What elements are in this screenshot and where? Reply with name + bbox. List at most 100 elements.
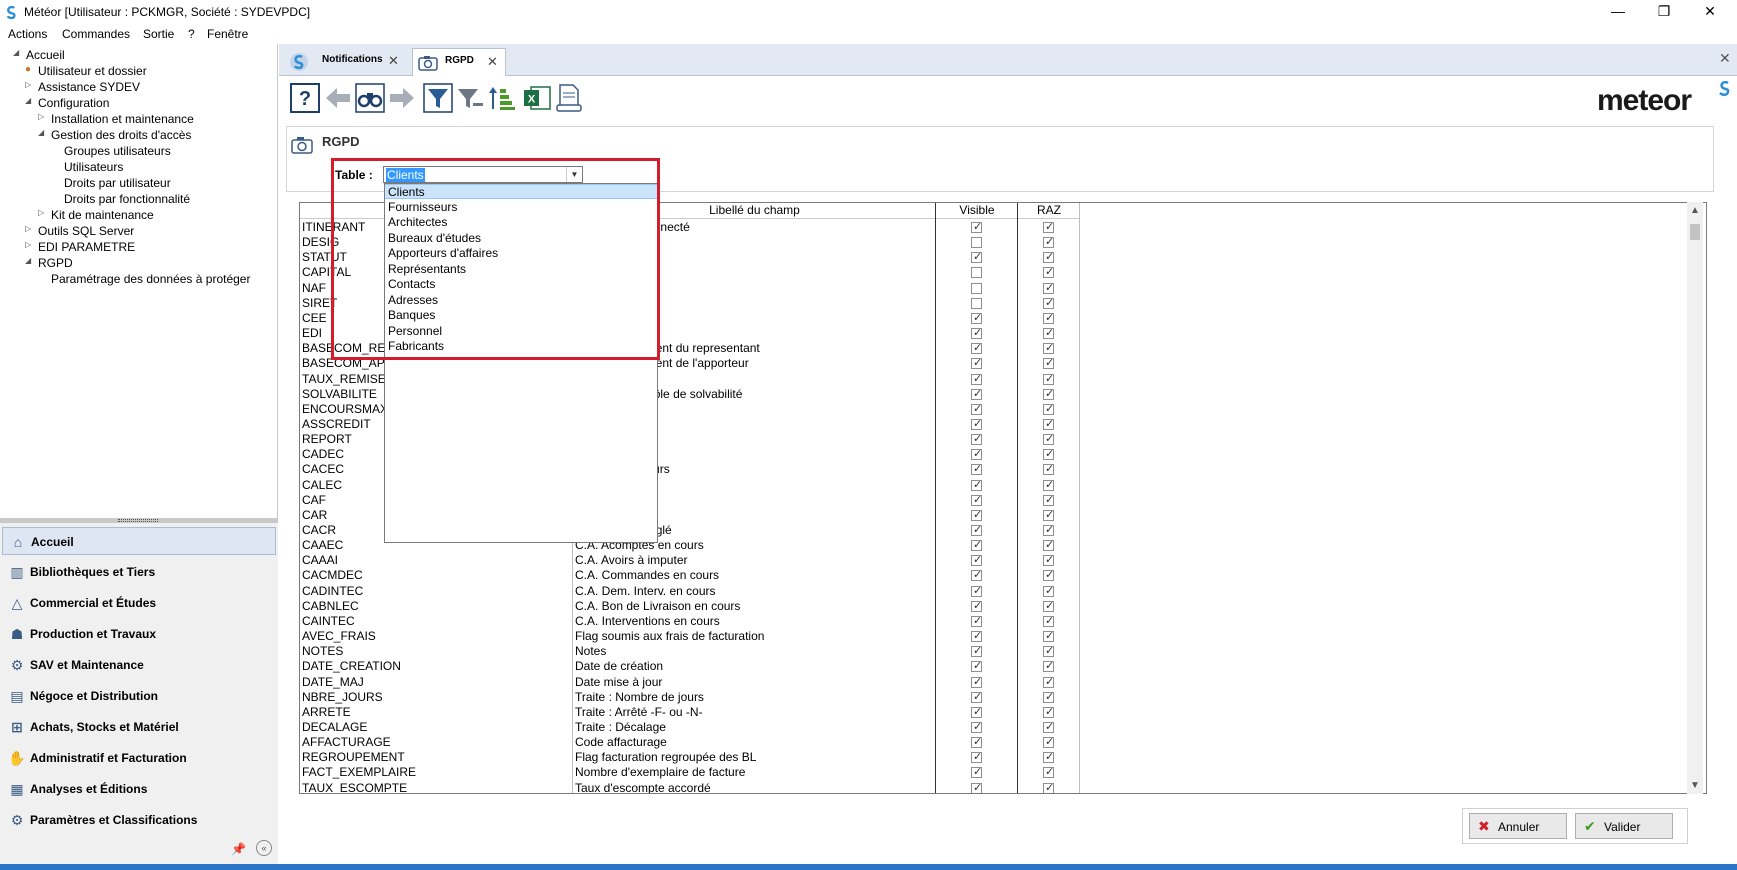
visible-checkbox[interactable] bbox=[971, 553, 982, 567]
table-row[interactable]: DECALAGE Traite : Décalage bbox=[300, 720, 1100, 735]
visible-checkbox[interactable] bbox=[971, 311, 982, 324]
visible-checkbox[interactable] bbox=[971, 478, 982, 491]
pin-icon[interactable]: 📌 bbox=[231, 842, 246, 856]
nav-item[interactable]: ▦ Analyses et Éditions bbox=[2, 775, 276, 803]
visible-checkbox[interactable] bbox=[971, 341, 982, 355]
visible-checkbox[interactable] bbox=[971, 781, 982, 793]
nav-item[interactable]: ✋ Administratif et Facturation bbox=[2, 744, 276, 772]
table-row[interactable]: FACT_EXEMPLAIRE Nombre d'exemplaire de fa… bbox=[300, 765, 1100, 780]
tree-item[interactable]: ▷ Assistance SYDEV bbox=[25, 80, 140, 96]
tree-item[interactable]: ● Utilisateur et dossier bbox=[25, 64, 147, 80]
menu-actions[interactable]: Actions bbox=[8, 27, 47, 41]
nav-item[interactable]: ⚙ SAV et Maintenance bbox=[2, 651, 276, 679]
visible-checkbox[interactable] bbox=[971, 675, 982, 688]
menu-help[interactable]: ? bbox=[188, 27, 195, 41]
nav-item[interactable]: ▥ Bibliothèques et Tiers bbox=[2, 558, 276, 586]
visible-checkbox[interactable] bbox=[971, 417, 982, 430]
raz-checkbox[interactable] bbox=[1043, 781, 1054, 793]
nav-item[interactable]: △ Commercial et Études bbox=[2, 589, 276, 617]
table-row[interactable]: ARRETE Traite : Arrêté -F- ou -N- bbox=[300, 705, 1100, 720]
visible-checkbox[interactable] bbox=[971, 644, 982, 658]
visible-checkbox[interactable] bbox=[971, 568, 982, 582]
nav-item[interactable]: ⌂ Accueil bbox=[2, 527, 276, 555]
excel-export-icon[interactable]: X bbox=[522, 83, 552, 113]
visible-checkbox[interactable] bbox=[971, 523, 982, 536]
tab-rgpd-close-icon[interactable]: ✕ bbox=[487, 54, 498, 70]
forward-arrow-icon[interactable] bbox=[387, 83, 417, 113]
table-row[interactable]: CACMDEC C.A. Commandes en cours bbox=[300, 568, 1100, 583]
tab-notifications-close-icon[interactable]: ✕ bbox=[388, 53, 399, 69]
tree-item[interactable]: ▷ Installation et maintenance bbox=[38, 112, 194, 128]
raz-checkbox[interactable] bbox=[1043, 417, 1054, 430]
collapse-icon[interactable]: ◢ bbox=[13, 48, 19, 57]
raz-checkbox[interactable] bbox=[1043, 568, 1054, 582]
visible-checkbox[interactable] bbox=[971, 735, 982, 749]
tree-item[interactable]: ◢ Accueil bbox=[13, 48, 65, 64]
visible-checkbox[interactable] bbox=[971, 267, 982, 279]
visible-checkbox[interactable] bbox=[971, 297, 982, 309]
raz-checkbox[interactable] bbox=[1043, 462, 1054, 476]
visible-checkbox[interactable] bbox=[971, 705, 982, 718]
collapse-icon[interactable]: ◢ bbox=[25, 256, 31, 265]
expand-icon[interactable]: ▷ bbox=[38, 208, 44, 217]
sort-icon[interactable] bbox=[487, 83, 517, 113]
raz-checkbox[interactable] bbox=[1043, 296, 1054, 309]
raz-checkbox[interactable] bbox=[1043, 629, 1054, 643]
visible-checkbox[interactable] bbox=[971, 690, 982, 703]
print-preview-icon[interactable] bbox=[554, 83, 584, 113]
tree-item[interactable]: ▷ EDI PARAMETRE bbox=[25, 240, 135, 256]
raz-checkbox[interactable] bbox=[1043, 750, 1054, 764]
raz-checkbox[interactable] bbox=[1043, 523, 1054, 536]
table-row[interactable]: CABNLEC C.A. Bon de Livraison en cours bbox=[300, 599, 1100, 614]
table-row[interactable]: AVEC_FRAIS Flag soumis aux frais de factu… bbox=[300, 629, 1100, 644]
raz-checkbox[interactable] bbox=[1043, 765, 1054, 779]
tree-item[interactable]: ◢ Configuration bbox=[25, 96, 109, 112]
visible-checkbox[interactable] bbox=[971, 659, 982, 673]
raz-checkbox[interactable] bbox=[1043, 493, 1054, 506]
table-row[interactable]: DATE_MAJ Date mise à jour bbox=[300, 675, 1100, 690]
tab-notifications[interactable]: Notifications ✕ bbox=[313, 48, 401, 76]
visible-checkbox[interactable] bbox=[971, 538, 982, 552]
menu-sortie[interactable]: Sortie bbox=[143, 27, 174, 41]
tree-item[interactable]: ◢ RGPD bbox=[25, 256, 73, 272]
raz-checkbox[interactable] bbox=[1043, 538, 1054, 552]
expand-icon[interactable]: ▷ bbox=[25, 80, 31, 89]
visible-checkbox[interactable] bbox=[971, 462, 982, 476]
table-row[interactable]: AFFACTURAGE Code affacturage bbox=[300, 735, 1100, 750]
visible-checkbox[interactable] bbox=[971, 629, 982, 643]
grid-header-visible[interactable]: Visible bbox=[936, 203, 1018, 219]
tree-item[interactable]: Groupes utilisateurs bbox=[64, 144, 171, 160]
expand-icon[interactable]: ▷ bbox=[38, 112, 44, 121]
tree-item[interactable]: Droits par fonctionnalité bbox=[64, 192, 190, 208]
cancel-button[interactable]: ✖ Annuler bbox=[1469, 813, 1567, 839]
visible-checkbox[interactable] bbox=[971, 402, 982, 415]
raz-checkbox[interactable] bbox=[1043, 281, 1054, 294]
grid-header-raz[interactable]: RAZ bbox=[1018, 203, 1080, 219]
raz-checkbox[interactable] bbox=[1043, 220, 1054, 233]
raz-checkbox[interactable] bbox=[1043, 659, 1054, 673]
nav-item[interactable]: ⊞ Achats, Stocks et Matériel bbox=[2, 713, 276, 741]
minimize-button[interactable]: — bbox=[1595, 0, 1641, 24]
raz-checkbox[interactable] bbox=[1043, 402, 1054, 415]
close-all-icon[interactable]: ✕ bbox=[1719, 50, 1731, 67]
tree-item[interactable]: ▷ Outils SQL Server bbox=[25, 224, 134, 240]
table-row[interactable]: NBRE_JOURS Traite : Nombre de jours bbox=[300, 690, 1100, 705]
visible-checkbox[interactable] bbox=[971, 599, 982, 612]
raz-checkbox[interactable] bbox=[1043, 447, 1054, 461]
grid-vertical-scrollbar[interactable]: ▲ ▼ bbox=[1687, 202, 1703, 794]
visible-checkbox[interactable] bbox=[971, 765, 982, 779]
scroll-up-icon[interactable]: ▲ bbox=[1690, 205, 1700, 216]
raz-checkbox[interactable] bbox=[1043, 644, 1054, 658]
raz-checkbox[interactable] bbox=[1043, 326, 1054, 340]
scroll-down-icon[interactable]: ▼ bbox=[1690, 780, 1700, 791]
raz-checkbox[interactable] bbox=[1043, 675, 1054, 688]
raz-checkbox[interactable] bbox=[1043, 235, 1054, 249]
window-close-button[interactable]: ✕ bbox=[1687, 0, 1733, 24]
visible-checkbox[interactable] bbox=[971, 372, 982, 385]
table-row[interactable]: NOTES Notes bbox=[300, 644, 1100, 659]
raz-checkbox[interactable] bbox=[1043, 553, 1054, 567]
nav-item[interactable]: ⚙ Paramètres et Classifications bbox=[2, 806, 276, 834]
visible-checkbox[interactable] bbox=[971, 326, 982, 340]
tree-item[interactable]: Droits par utilisateur bbox=[64, 176, 171, 192]
raz-checkbox[interactable] bbox=[1043, 690, 1054, 703]
